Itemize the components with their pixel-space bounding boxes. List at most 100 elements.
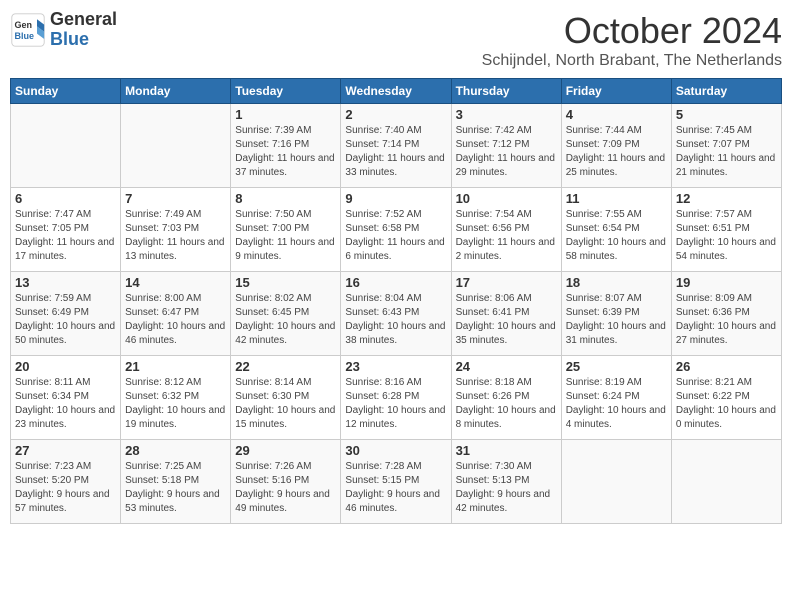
day-info: Sunrise: 7:42 AM Sunset: 7:12 PM Dayligh… — [456, 124, 557, 180]
day-info: Sunrise: 7:25 AM Sunset: 5:18 PM Dayligh… — [125, 460, 226, 516]
calendar-day-cell: 20 Sunrise: 8:11 AM Sunset: 6:34 PM Dayli… — [11, 356, 121, 440]
calendar-day-cell: 29 Sunrise: 7:26 AM Sunset: 5:16 PM Dayli… — [231, 440, 341, 524]
day-info: Sunrise: 8:00 AM Sunset: 6:47 PM Dayligh… — [125, 292, 226, 348]
calendar-day-cell — [11, 104, 121, 188]
calendar-day-cell: 23 Sunrise: 8:16 AM Sunset: 6:28 PM Dayli… — [341, 356, 451, 440]
calendar-week-row: 20 Sunrise: 8:11 AM Sunset: 6:34 PM Dayli… — [11, 356, 782, 440]
day-info: Sunrise: 7:40 AM Sunset: 7:14 PM Dayligh… — [345, 124, 446, 180]
day-number: 22 — [235, 359, 336, 374]
day-number: 2 — [345, 107, 446, 122]
calendar-day-cell: 28 Sunrise: 7:25 AM Sunset: 5:18 PM Dayli… — [121, 440, 231, 524]
calendar-day-cell: 19 Sunrise: 8:09 AM Sunset: 6:36 PM Dayli… — [671, 272, 781, 356]
page-header: Gen Blue General Blue October 2024 Schij… — [10, 10, 782, 70]
day-number: 3 — [456, 107, 557, 122]
calendar-day-cell — [671, 440, 781, 524]
day-info: Sunrise: 8:14 AM Sunset: 6:30 PM Dayligh… — [235, 376, 336, 432]
calendar-day-cell: 12 Sunrise: 7:57 AM Sunset: 6:51 PM Dayli… — [671, 188, 781, 272]
day-number: 9 — [345, 191, 446, 206]
logo-general-text: General — [50, 10, 117, 30]
calendar-week-row: 1Sunrise: 7:39 AM Sunset: 7:16 PM Daylig… — [11, 104, 782, 188]
day-info: Sunrise: 7:28 AM Sunset: 5:15 PM Dayligh… — [345, 460, 446, 516]
calendar-day-cell: 21Sunrise: 8:12 AM Sunset: 6:32 PM Dayli… — [121, 356, 231, 440]
day-number: 15 — [235, 275, 336, 290]
day-header-row: SundayMondayTuesdayWednesdayThursdayFrid… — [11, 79, 782, 104]
calendar-day-cell: 10 Sunrise: 7:54 AM Sunset: 6:56 PM Dayli… — [451, 188, 561, 272]
calendar-day-cell: 18 Sunrise: 8:07 AM Sunset: 6:39 PM Dayli… — [561, 272, 671, 356]
calendar-day-cell: 5Sunrise: 7:45 AM Sunset: 7:07 PM Daylig… — [671, 104, 781, 188]
day-number: 11 — [566, 191, 667, 206]
day-info: Sunrise: 8:02 AM Sunset: 6:45 PM Dayligh… — [235, 292, 336, 348]
day-number: 28 — [125, 443, 226, 458]
calendar-week-row: 6Sunrise: 7:47 AM Sunset: 7:05 PM Daylig… — [11, 188, 782, 272]
title-block: October 2024 Schijndel, North Brabant, T… — [482, 10, 782, 70]
day-of-week-header: Friday — [561, 79, 671, 104]
calendar-day-cell: 17Sunrise: 8:06 AM Sunset: 6:41 PM Dayli… — [451, 272, 561, 356]
day-info: Sunrise: 8:12 AM Sunset: 6:32 PM Dayligh… — [125, 376, 226, 432]
day-number: 12 — [676, 191, 777, 206]
day-of-week-header: Wednesday — [341, 79, 451, 104]
day-info: Sunrise: 7:39 AM Sunset: 7:16 PM Dayligh… — [235, 124, 336, 180]
calendar-day-cell: 13 Sunrise: 7:59 AM Sunset: 6:49 PM Dayli… — [11, 272, 121, 356]
day-info: Sunrise: 7:30 AM Sunset: 5:13 PM Dayligh… — [456, 460, 557, 516]
calendar-day-cell: 22 Sunrise: 8:14 AM Sunset: 6:30 PM Dayli… — [231, 356, 341, 440]
day-info: Sunrise: 8:09 AM Sunset: 6:36 PM Dayligh… — [676, 292, 777, 348]
day-info: Sunrise: 7:59 AM Sunset: 6:49 PM Dayligh… — [15, 292, 116, 348]
day-info: Sunrise: 7:44 AM Sunset: 7:09 PM Dayligh… — [566, 124, 667, 180]
day-info: Sunrise: 7:54 AM Sunset: 6:56 PM Dayligh… — [456, 208, 557, 264]
calendar-day-cell: 14 Sunrise: 8:00 AM Sunset: 6:47 PM Dayli… — [121, 272, 231, 356]
calendar-day-cell: 25Sunrise: 8:19 AM Sunset: 6:24 PM Dayli… — [561, 356, 671, 440]
day-info: Sunrise: 8:07 AM Sunset: 6:39 PM Dayligh… — [566, 292, 667, 348]
day-number: 24 — [456, 359, 557, 374]
day-number: 14 — [125, 275, 226, 290]
day-number: 4 — [566, 107, 667, 122]
day-info: Sunrise: 7:57 AM Sunset: 6:51 PM Dayligh… — [676, 208, 777, 264]
calendar-day-cell: 9 Sunrise: 7:52 AM Sunset: 6:58 PM Daylig… — [341, 188, 451, 272]
calendar-day-cell — [121, 104, 231, 188]
day-info: Sunrise: 7:45 AM Sunset: 7:07 PM Dayligh… — [676, 124, 777, 180]
calendar-day-cell: 27Sunrise: 7:23 AM Sunset: 5:20 PM Dayli… — [11, 440, 121, 524]
calendar-day-cell: 15 Sunrise: 8:02 AM Sunset: 6:45 PM Dayli… — [231, 272, 341, 356]
day-info: Sunrise: 7:55 AM Sunset: 6:54 PM Dayligh… — [566, 208, 667, 264]
location-title: Schijndel, North Brabant, The Netherland… — [482, 52, 782, 70]
day-number: 6 — [15, 191, 116, 206]
day-of-week-header: Tuesday — [231, 79, 341, 104]
svg-text:Gen: Gen — [15, 20, 33, 30]
calendar-day-cell: 11 Sunrise: 7:55 AM Sunset: 6:54 PM Dayli… — [561, 188, 671, 272]
day-number: 29 — [235, 443, 336, 458]
calendar-day-cell: 16 Sunrise: 8:04 AM Sunset: 6:43 PM Dayli… — [341, 272, 451, 356]
logo-icon: Gen Blue — [10, 12, 46, 48]
day-number: 7 — [125, 191, 226, 206]
day-info: Sunrise: 8:06 AM Sunset: 6:41 PM Dayligh… — [456, 292, 557, 348]
day-info: Sunrise: 7:26 AM Sunset: 5:16 PM Dayligh… — [235, 460, 336, 516]
day-info: Sunrise: 7:49 AM Sunset: 7:03 PM Dayligh… — [125, 208, 226, 264]
day-number: 16 — [345, 275, 446, 290]
day-number: 23 — [345, 359, 446, 374]
day-info: Sunrise: 8:04 AM Sunset: 6:43 PM Dayligh… — [345, 292, 446, 348]
logo: Gen Blue General Blue — [10, 10, 117, 50]
day-number: 8 — [235, 191, 336, 206]
day-info: Sunrise: 7:50 AM Sunset: 7:00 PM Dayligh… — [235, 208, 336, 264]
day-info: Sunrise: 8:16 AM Sunset: 6:28 PM Dayligh… — [345, 376, 446, 432]
calendar-day-cell: 8 Sunrise: 7:50 AM Sunset: 7:00 PM Daylig… — [231, 188, 341, 272]
day-number: 25 — [566, 359, 667, 374]
day-number: 10 — [456, 191, 557, 206]
logo-blue-text: Blue — [50, 30, 117, 50]
day-number: 18 — [566, 275, 667, 290]
svg-text:Blue: Blue — [15, 31, 35, 41]
day-number: 30 — [345, 443, 446, 458]
calendar-day-cell: 2 Sunrise: 7:40 AM Sunset: 7:14 PM Daylig… — [341, 104, 451, 188]
calendar-day-cell: 4 Sunrise: 7:44 AM Sunset: 7:09 PM Daylig… — [561, 104, 671, 188]
calendar-day-cell: 24Sunrise: 8:18 AM Sunset: 6:26 PM Dayli… — [451, 356, 561, 440]
month-title: October 2024 — [482, 10, 782, 52]
day-of-week-header: Monday — [121, 79, 231, 104]
day-info: Sunrise: 7:52 AM Sunset: 6:58 PM Dayligh… — [345, 208, 446, 264]
day-number: 27 — [15, 443, 116, 458]
calendar-day-cell: 3 Sunrise: 7:42 AM Sunset: 7:12 PM Daylig… — [451, 104, 561, 188]
calendar-day-cell: 1Sunrise: 7:39 AM Sunset: 7:16 PM Daylig… — [231, 104, 341, 188]
calendar-week-row: 27Sunrise: 7:23 AM Sunset: 5:20 PM Dayli… — [11, 440, 782, 524]
calendar-day-cell: 26Sunrise: 8:21 AM Sunset: 6:22 PM Dayli… — [671, 356, 781, 440]
day-number: 13 — [15, 275, 116, 290]
day-info: Sunrise: 8:11 AM Sunset: 6:34 PM Dayligh… — [15, 376, 116, 432]
day-number: 19 — [676, 275, 777, 290]
day-number: 20 — [15, 359, 116, 374]
